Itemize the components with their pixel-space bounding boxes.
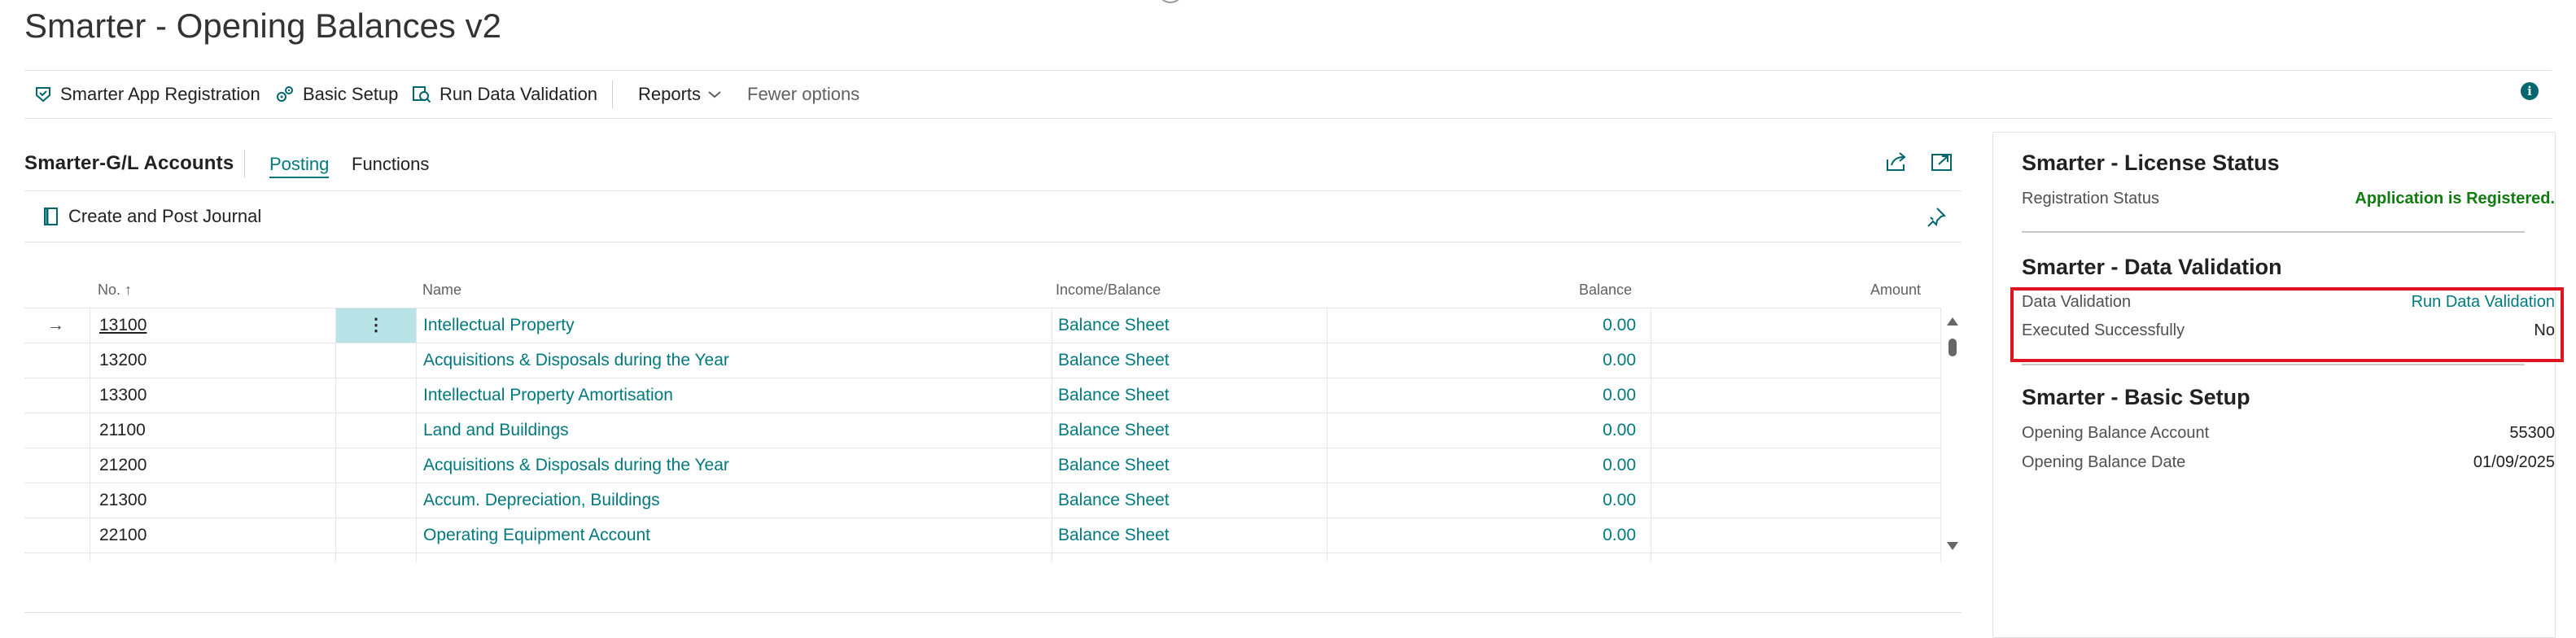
top-handle xyxy=(1157,0,1183,3)
table-row[interactable]: 13300 Intellectual Property Amortisation… xyxy=(24,378,1941,413)
registration-status-value: Application is Registered. xyxy=(2355,190,2555,208)
table-row[interactable]: 22200 Acquisitions & Disposals during th… xyxy=(24,553,1941,562)
tab-functions[interactable]: Functions xyxy=(352,154,429,175)
part-title-separator xyxy=(244,150,245,177)
basic-setup-label: Basic Setup xyxy=(303,84,399,104)
column-header-amount[interactable]: Amount xyxy=(1870,282,1921,299)
opening-balance-account-value: 55300 xyxy=(2509,424,2555,442)
row-name[interactable]: Intellectual Property xyxy=(423,308,1058,343)
license-status-title: Smarter - License Status xyxy=(2022,151,2280,175)
app-registration-label: Smarter App Registration xyxy=(60,84,260,104)
gl-accounts-list: → 13100 ⋮ Intellectual Property Balance … xyxy=(24,308,1941,562)
row-name[interactable]: Intellectual Property Amortisation xyxy=(423,378,1058,413)
divider xyxy=(2022,364,2525,365)
basic-setup-icon xyxy=(277,86,293,102)
fewer-options-label: Fewer options xyxy=(747,84,860,104)
create-post-journal-button[interactable]: Create and Post Journal xyxy=(42,191,261,242)
fewer-options-button[interactable]: Fewer options xyxy=(747,71,859,118)
scroll-thumb[interactable] xyxy=(1948,339,1957,356)
expand-icon[interactable] xyxy=(1931,151,1953,173)
reports-menu[interactable]: Reports xyxy=(638,71,722,118)
row-menu-icon: ⋮ xyxy=(367,316,385,334)
row-balance[interactable]: 0.00 xyxy=(1335,483,1636,518)
run-validation-icon xyxy=(413,86,431,103)
opening-balance-date-label: Opening Balance Date xyxy=(2022,453,2186,471)
row-no[interactable]: 13100 xyxy=(99,308,327,343)
opening-balance-date-value: 01/09/2025 xyxy=(2473,453,2555,471)
run-validation-button[interactable]: Run Data Validation xyxy=(412,71,597,118)
row-menu[interactable]: ⋮ xyxy=(336,308,416,343)
row-balance[interactable]: 0.00 xyxy=(1335,553,1636,562)
divider xyxy=(2022,231,2525,233)
basic-setup-button[interactable]: Basic Setup xyxy=(275,71,398,118)
row-balance[interactable]: 0.00 xyxy=(1335,413,1636,448)
row-no[interactable]: 21300 xyxy=(99,483,327,518)
row-no[interactable]: 22200 xyxy=(99,553,327,562)
info-icon[interactable]: i xyxy=(2521,82,2539,100)
row-income-balance[interactable]: Balance Sheet xyxy=(1058,553,1327,562)
action-bar: Smarter App Registration Basic Setup Run… xyxy=(24,70,2552,119)
column-header-name[interactable]: Name xyxy=(422,282,461,299)
table-row[interactable]: → 13100 ⋮ Intellectual Property Balance … xyxy=(24,308,1941,343)
row-no[interactable]: 21100 xyxy=(99,413,327,448)
table-row[interactable]: 13200 Acquisitions & Disposals during th… xyxy=(24,343,1941,378)
factbox-pane: Smarter - License Status Registration St… xyxy=(1992,132,2556,638)
divider xyxy=(24,612,1962,613)
reports-label: Reports xyxy=(638,84,702,104)
row-no[interactable]: 22100 xyxy=(99,518,327,553)
run-validation-label: Run Data Validation xyxy=(440,84,598,104)
row-name[interactable]: Operating Equipment Account xyxy=(423,518,1058,553)
row-income-balance[interactable]: Balance Sheet xyxy=(1058,308,1327,343)
page-title: Smarter - Opening Balances v2 xyxy=(24,7,501,45)
row-income-balance[interactable]: Balance Sheet xyxy=(1058,413,1327,448)
personalize-icon[interactable] xyxy=(1926,206,1947,227)
app-registration-icon xyxy=(36,87,50,103)
table-row[interactable]: 22100 Operating Equipment Account Balanc… xyxy=(24,518,1941,553)
highlight-box xyxy=(2010,287,2564,362)
create-post-journal-icon xyxy=(44,208,58,225)
scroll-down-icon[interactable] xyxy=(1946,540,1959,552)
row-name[interactable]: Accum. Depreciation, Buildings xyxy=(423,483,1058,518)
registration-status-label: Registration Status xyxy=(2022,190,2159,208)
row-balance[interactable]: 0.00 xyxy=(1335,378,1636,413)
row-income-balance[interactable]: Balance Sheet xyxy=(1058,343,1327,378)
row-income-balance[interactable]: Balance Sheet xyxy=(1058,518,1327,553)
row-name[interactable]: Acquisitions & Disposals during the Year xyxy=(423,553,1058,562)
table-row[interactable]: 21100 Land and Buildings Balance Sheet 0… xyxy=(24,413,1941,448)
row-income-balance[interactable]: Balance Sheet xyxy=(1058,378,1327,413)
row-income-balance[interactable]: Balance Sheet xyxy=(1058,448,1327,483)
row-arrow-icon: → xyxy=(47,316,64,334)
row-no[interactable]: 13200 xyxy=(99,343,327,378)
row-name[interactable]: Acquisitions & Disposals during the Year xyxy=(423,343,1058,378)
table-row[interactable]: 21300 Accum. Depreciation, Buildings Bal… xyxy=(24,483,1941,518)
row-no[interactable]: 13300 xyxy=(99,378,327,413)
create-post-journal-label: Create and Post Journal xyxy=(68,206,262,226)
column-header-balance[interactable]: Balance xyxy=(1579,282,1632,299)
scroll-up-icon[interactable] xyxy=(1946,316,1959,327)
app-registration-button[interactable]: Smarter App Registration xyxy=(34,71,260,118)
table-row[interactable]: 21200 Acquisitions & Disposals during th… xyxy=(24,448,1941,483)
chevron-down-icon xyxy=(708,91,721,98)
tab-posting[interactable]: Posting xyxy=(269,154,330,178)
data-validation-title: Smarter - Data Validation xyxy=(2022,255,2282,279)
basic-setup-title: Smarter - Basic Setup xyxy=(2022,385,2250,409)
row-balance[interactable]: 0.00 xyxy=(1335,343,1636,378)
row-no[interactable]: 21200 xyxy=(99,448,327,483)
row-income-balance[interactable]: Balance Sheet xyxy=(1058,483,1327,518)
row-balance[interactable]: 0.00 xyxy=(1335,518,1636,553)
list-scrollbar[interactable] xyxy=(1945,316,1960,552)
column-header-no[interactable]: No. ↑ xyxy=(98,282,132,299)
column-header-income-balance[interactable]: Income/Balance xyxy=(1056,282,1161,299)
share-icon[interactable] xyxy=(1885,151,1908,173)
row-name[interactable]: Acquisitions & Disposals during the Year xyxy=(423,448,1058,483)
row-name[interactable]: Land and Buildings xyxy=(423,413,1058,448)
row-balance[interactable]: 0.00 xyxy=(1335,308,1636,343)
part-title: Smarter-G/L Accounts xyxy=(24,152,234,174)
opening-balance-account-label: Opening Balance Account xyxy=(2022,424,2210,442)
row-balance[interactable]: 0.00 xyxy=(1335,448,1636,483)
action-separator xyxy=(612,81,613,108)
part-action-bar: Create and Post Journal xyxy=(24,190,1962,243)
